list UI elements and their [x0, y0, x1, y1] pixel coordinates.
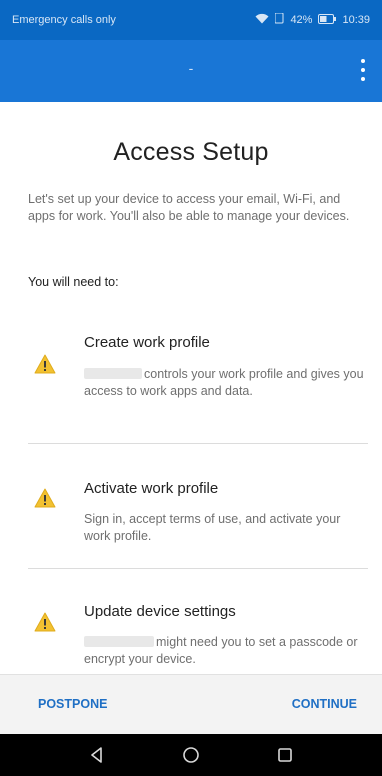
access-setup-content[interactable]: Access Setup Let's set up your device to… [0, 102, 382, 674]
carrier-label: Emergency calls only [12, 14, 116, 26]
divider [28, 568, 368, 569]
app-bar-title: - [188, 60, 194, 76]
more-vert-icon-dot [361, 77, 365, 81]
signal-icon [274, 12, 284, 27]
home-icon[interactable] [180, 744, 202, 766]
warning-icon [34, 488, 56, 508]
task-title: Create work profile [84, 334, 210, 351]
postpone-button[interactable]: POSTPONE [38, 675, 107, 734]
status-icons: 42% 10:39 [255, 12, 370, 27]
screen: Emergency calls only 42% 10:39 - Access … [0, 0, 382, 776]
redacted-app-name [84, 636, 154, 647]
wifi-icon [255, 13, 269, 27]
battery-percent: 42% [290, 14, 313, 26]
back-icon[interactable] [86, 744, 108, 766]
intro-text: Let's set up your device to access your … [28, 192, 350, 223]
more-options-button[interactable] [356, 59, 370, 81]
continue-button[interactable]: CONTINUE [292, 675, 357, 734]
app-bar: - [0, 40, 382, 102]
task-description: might need you to set a passcode or encr… [84, 634, 366, 668]
more-vert-icon [361, 59, 365, 63]
page-title: Access Setup [113, 138, 269, 166]
system-navigation-bar [0, 734, 382, 776]
recents-icon[interactable] [274, 744, 296, 766]
more-vert-icon-dot [361, 68, 365, 72]
task-description: Sign in, accept terms of use, and activa… [84, 512, 341, 543]
task-description: controls your work profile and gives you… [84, 366, 366, 400]
warning-icon [34, 354, 56, 374]
battery-icon [318, 13, 337, 27]
status-bar: Emergency calls only 42% 10:39 [0, 0, 382, 40]
warning-icon [34, 612, 56, 632]
task-update-device-settings[interactable]: Update device settings might need you to… [28, 584, 368, 674]
task-title: Update device settings [84, 603, 236, 620]
redacted-app-name [84, 368, 142, 379]
task-activate-work-profile[interactable]: Activate work profile Sign in, accept te… [28, 460, 368, 560]
task-title: Activate work profile [84, 480, 219, 497]
action-bar: POSTPONE CONTINUE [0, 674, 382, 734]
requirements-heading: You will need to: [28, 275, 119, 289]
clock: 10:39 [342, 14, 370, 26]
divider [28, 443, 368, 444]
task-create-work-profile[interactable]: Create work profile controls your work p… [28, 326, 368, 436]
